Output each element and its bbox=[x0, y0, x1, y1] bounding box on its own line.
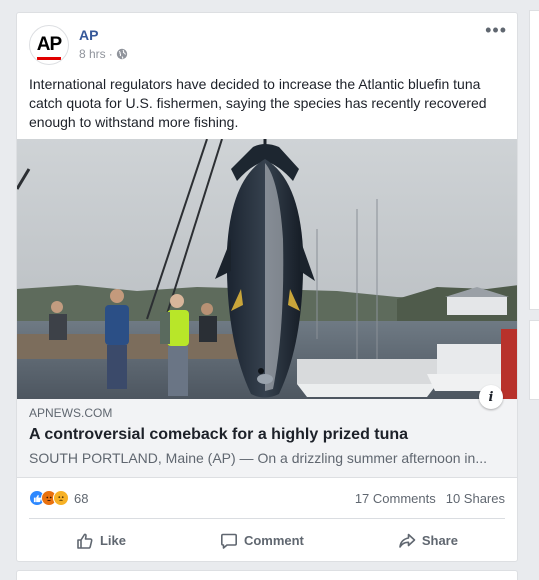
comments-count[interactable]: 17 Comments bbox=[355, 491, 436, 506]
post-text: International regulators have decided to… bbox=[29, 76, 487, 130]
avatar[interactable]: AP bbox=[29, 25, 69, 65]
more-options-icon[interactable]: ••• bbox=[485, 21, 507, 39]
post-actions: Like Comment Share bbox=[29, 518, 505, 561]
post-meta: 8 hrs · bbox=[79, 47, 128, 61]
link-title[interactable]: A controversial comeback for a highly pr… bbox=[29, 425, 505, 445]
share-label: Share bbox=[421, 533, 458, 548]
link-preview[interactable]: i APNEWS.COM A controversial comeback fo… bbox=[17, 385, 517, 478]
ap-logo: AP bbox=[36, 34, 62, 60]
share-icon bbox=[399, 533, 416, 548]
reactions-summary[interactable]: 68 bbox=[29, 490, 88, 506]
like-label: Like bbox=[99, 533, 126, 548]
timestamp[interactable]: 8 hrs bbox=[79, 47, 106, 61]
right-column-card bbox=[529, 10, 539, 310]
comment-button[interactable]: Comment bbox=[200, 526, 324, 556]
post-header: AP AP 8 hrs · ••• bbox=[17, 13, 517, 71]
thumbs-up-icon bbox=[77, 533, 93, 549]
link-description: SOUTH PORTLAND, Maine (AP) — On a drizzl… bbox=[29, 450, 487, 466]
post-image[interactable] bbox=[17, 139, 518, 399]
post-stats: 68 17 Comments 10 Shares bbox=[17, 478, 517, 518]
like-button[interactable]: Like bbox=[56, 526, 146, 556]
comment-label: Comment bbox=[243, 533, 304, 548]
engagement-counts: 17 Comments 10 Shares bbox=[355, 491, 505, 506]
share-button[interactable]: Share bbox=[378, 526, 478, 556]
meta-separator: · bbox=[108, 47, 113, 61]
globe-icon[interactable] bbox=[116, 48, 128, 60]
right-column-card-2 bbox=[529, 320, 539, 400]
feed-post-card: AP AP 8 hrs · ••• International regulato… bbox=[16, 12, 518, 562]
comment-icon bbox=[220, 533, 237, 549]
next-feed-card bbox=[16, 570, 518, 580]
info-icon[interactable]: i bbox=[479, 385, 503, 409]
sad-icon bbox=[53, 490, 69, 506]
author-name[interactable]: AP bbox=[79, 27, 98, 43]
link-domain: APNEWS.COM bbox=[29, 406, 113, 420]
reaction-count[interactable]: 68 bbox=[74, 491, 88, 506]
shares-count[interactable]: 10 Shares bbox=[446, 491, 505, 506]
